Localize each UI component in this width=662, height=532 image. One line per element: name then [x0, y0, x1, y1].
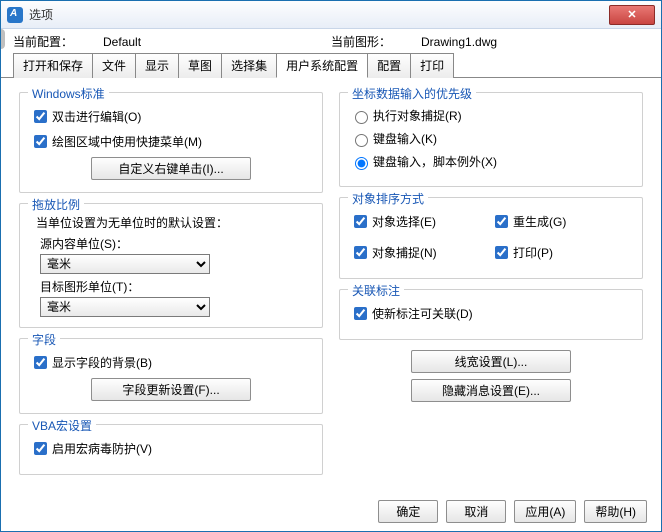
group-title: 字段 [28, 331, 60, 348]
dialog-buttons: 确定 取消 应用(A) 帮助(H) [378, 500, 647, 523]
current-drawing-value: Drawing1.dwg [421, 35, 497, 49]
radio-osnap[interactable]: 执行对象捕捉(R) [350, 107, 632, 124]
help-button[interactable]: 帮助(H) [584, 500, 647, 523]
radio[interactable] [355, 111, 368, 124]
ok-button[interactable]: 确定 [378, 500, 438, 523]
tab-content: Windows标准 双击进行编辑(O) 绘图区域中使用快捷菜单(M) 自定义右键… [1, 78, 661, 490]
current-drawing-label: 当前图形： [331, 33, 391, 50]
header-row: 当前配置： Default 当前图形： Drawing1.dwg [1, 29, 661, 52]
group-vba: VBA宏设置 启用宏病毒防护(V) [19, 424, 323, 475]
src-units-label: 源内容单位(S)： [40, 235, 312, 252]
group-assoc-dim: 关联标注 使新标注可关联(D) [339, 289, 643, 340]
radio[interactable] [355, 157, 368, 170]
chk-sort-snap[interactable]: 对象捕捉(N) [350, 243, 491, 262]
radio-keyboard[interactable]: 键盘输入(K) [350, 130, 632, 147]
left-column: Windows标准 双击进行编辑(O) 绘图区域中使用快捷菜单(M) 自定义右键… [11, 84, 331, 484]
tab-user-prefs[interactable]: 用户系统配置 [276, 53, 368, 78]
group-title: 关联标注 [348, 282, 404, 299]
app-icon [7, 7, 23, 23]
tabstrip: 打开和保存 文件 显示 草图 选择集 用户系统配置 配置 打印 [1, 52, 661, 78]
apply-button[interactable]: 应用(A) [514, 500, 576, 523]
btn-hidden-msg[interactable]: 隐藏消息设置(E)... [411, 379, 571, 402]
checkbox[interactable] [34, 135, 47, 148]
checkbox[interactable] [34, 442, 47, 455]
chk-macro-virus[interactable]: 启用宏病毒防护(V) [30, 439, 312, 458]
checkbox[interactable] [495, 246, 508, 259]
checkbox[interactable] [34, 110, 47, 123]
tab-open-save[interactable]: 打开和保存 [13, 53, 93, 78]
chk-sort-plot[interactable]: 打印(P) [491, 243, 632, 262]
tab-drafting[interactable]: 草图 [178, 53, 222, 78]
checkbox[interactable] [354, 246, 367, 259]
group-title: 坐标数据输入的优先级 [348, 85, 476, 102]
tab-plot[interactable]: 打印 [410, 53, 454, 78]
group-insertion-scale: 拖放比例 当单位设置为无单位时的默认设置： 源内容单位(S)： 毫米 目标图形单… [19, 203, 323, 328]
right-column: 坐标数据输入的优先级 执行对象捕捉(R) 键盘输入(K) 键盘输入，脚本例外(X… [331, 84, 651, 484]
options-dialog: 选项 ✕ 当前配置： Default 当前图形： Drawing1.dwg 打开… [0, 0, 662, 532]
group-title: 对象排序方式 [348, 190, 428, 207]
chk-shortcut-menu[interactable]: 绘图区域中使用快捷菜单(M) [30, 132, 312, 151]
tgt-units-label: 目标图形单位(T)： [40, 278, 312, 295]
chk-field-bg[interactable]: 显示字段的背景(B) [30, 353, 312, 372]
radio-keyboard-except[interactable]: 键盘输入，脚本例外(X) [350, 153, 632, 170]
tab-selection[interactable]: 选择集 [221, 53, 277, 78]
group-title: 拖放比例 [28, 196, 84, 213]
chk-sort-select[interactable]: 对象选择(E) [350, 212, 491, 231]
titlebar: 选项 ✕ [1, 1, 661, 29]
btn-field-update[interactable]: 字段更新设置(F)... [91, 378, 251, 401]
group-coord-priority: 坐标数据输入的优先级 执行对象捕捉(R) 键盘输入(K) 键盘输入，脚本例外(X… [339, 92, 643, 187]
radio[interactable] [355, 134, 368, 147]
checkbox[interactable] [354, 215, 367, 228]
checkbox[interactable] [34, 356, 47, 369]
close-button[interactable]: ✕ [609, 5, 655, 25]
src-units-combo[interactable]: 毫米 [40, 254, 210, 274]
overlap-shadow [1, 29, 5, 49]
group-windows-standard: Windows标准 双击进行编辑(O) 绘图区域中使用快捷菜单(M) 自定义右键… [19, 92, 323, 193]
scale-note: 当单位设置为无单位时的默认设置： [36, 214, 312, 231]
group-fields: 字段 显示字段的背景(B) 字段更新设置(F)... [19, 338, 323, 414]
group-title: VBA宏设置 [28, 417, 96, 434]
group-object-sort: 对象排序方式 对象选择(E) 重生成(G) 对象捕捉(N) 打印(P) [339, 197, 643, 279]
group-title: Windows标准 [28, 85, 109, 102]
checkbox[interactable] [495, 215, 508, 228]
checkbox[interactable] [354, 307, 367, 320]
window-title: 选项 [29, 6, 609, 23]
current-profile-value: Default [103, 35, 141, 49]
chk-assoc-dim[interactable]: 使新标注可关联(D) [350, 304, 632, 323]
current-profile-label: 当前配置： [13, 33, 73, 50]
cancel-button[interactable]: 取消 [446, 500, 506, 523]
tab-files[interactable]: 文件 [92, 53, 136, 78]
tgt-units-combo[interactable]: 毫米 [40, 297, 210, 317]
chk-dblclick-edit[interactable]: 双击进行编辑(O) [30, 107, 312, 126]
btn-rightclick-custom[interactable]: 自定义右键单击(I)... [91, 157, 251, 180]
tab-profiles[interactable]: 配置 [367, 53, 411, 78]
btn-lineweight[interactable]: 线宽设置(L)... [411, 350, 571, 373]
chk-sort-regen[interactable]: 重生成(G) [491, 212, 632, 231]
tab-display[interactable]: 显示 [135, 53, 179, 78]
